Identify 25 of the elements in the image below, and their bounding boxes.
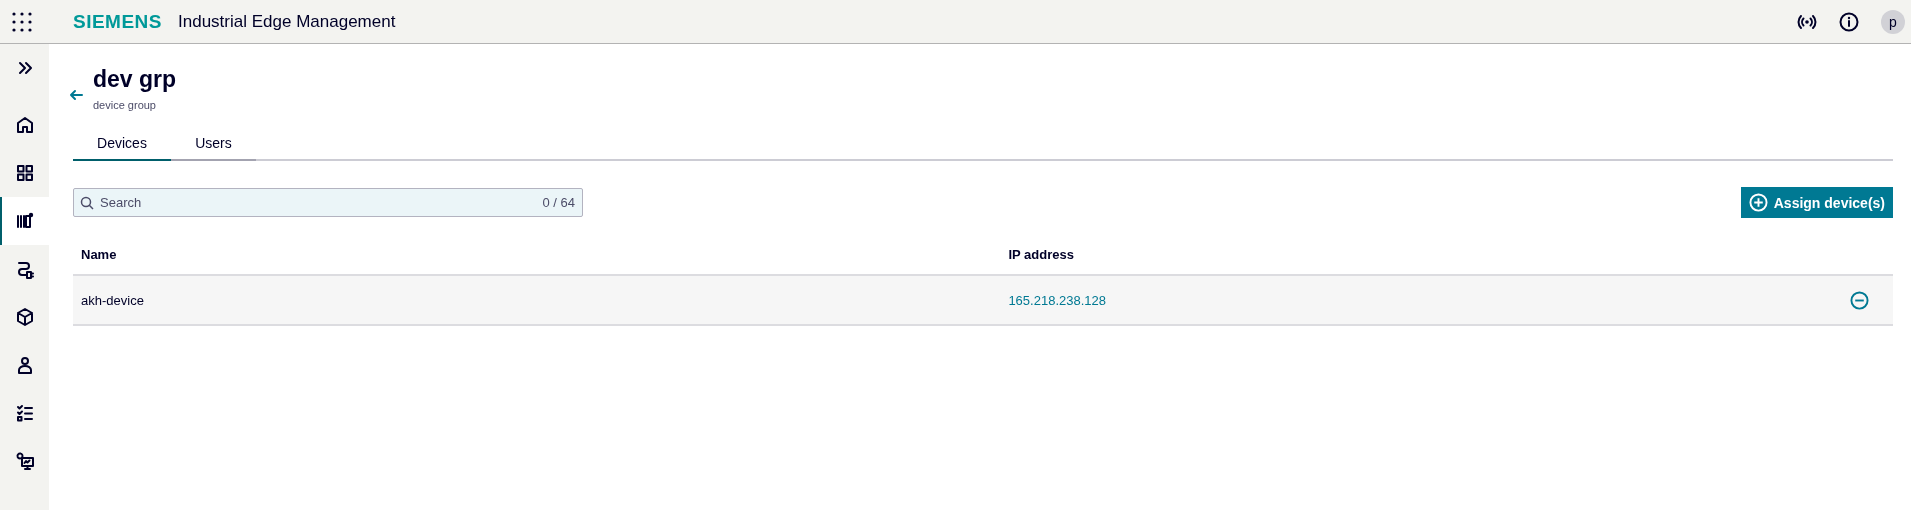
remove-icon[interactable] — [1850, 290, 1869, 310]
page-subtitle: device group — [93, 99, 157, 111]
tab[interactable]: Users — [171, 135, 256, 161]
search-count: 0 / 64 — [542, 195, 575, 210]
app-title: Industrial Edge Management — [178, 11, 396, 32]
user-avatar[interactable]: p — [1881, 9, 1905, 34]
devices-icon — [14, 211, 35, 231]
sidebar-item[interactable] — [0, 197, 49, 245]
search-icon — [80, 196, 94, 210]
checklist-icon — [14, 403, 35, 423]
ip-link[interactable]: 165.218.238.128 — [1008, 292, 1106, 308]
gear-monitor-icon — [14, 451, 35, 471]
apps-menu-icon[interactable] — [11, 10, 33, 33]
tab[interactable]: Devices — [73, 135, 171, 161]
table-cell: akh-device — [81, 292, 144, 308]
brand-logo: SIEMENS — [73, 10, 163, 33]
cube-icon — [14, 307, 35, 327]
info-icon[interactable] — [1839, 11, 1859, 32]
grid-icon — [14, 163, 35, 183]
plus-circle-icon — [1748, 193, 1768, 212]
column-header: IP address — [1008, 246, 1074, 262]
home-icon — [14, 115, 35, 135]
column-header: Name — [81, 246, 117, 262]
page-title: dev grp — [93, 66, 177, 93]
assign-devices-button[interactable]: Assign device(s) — [1740, 187, 1893, 218]
